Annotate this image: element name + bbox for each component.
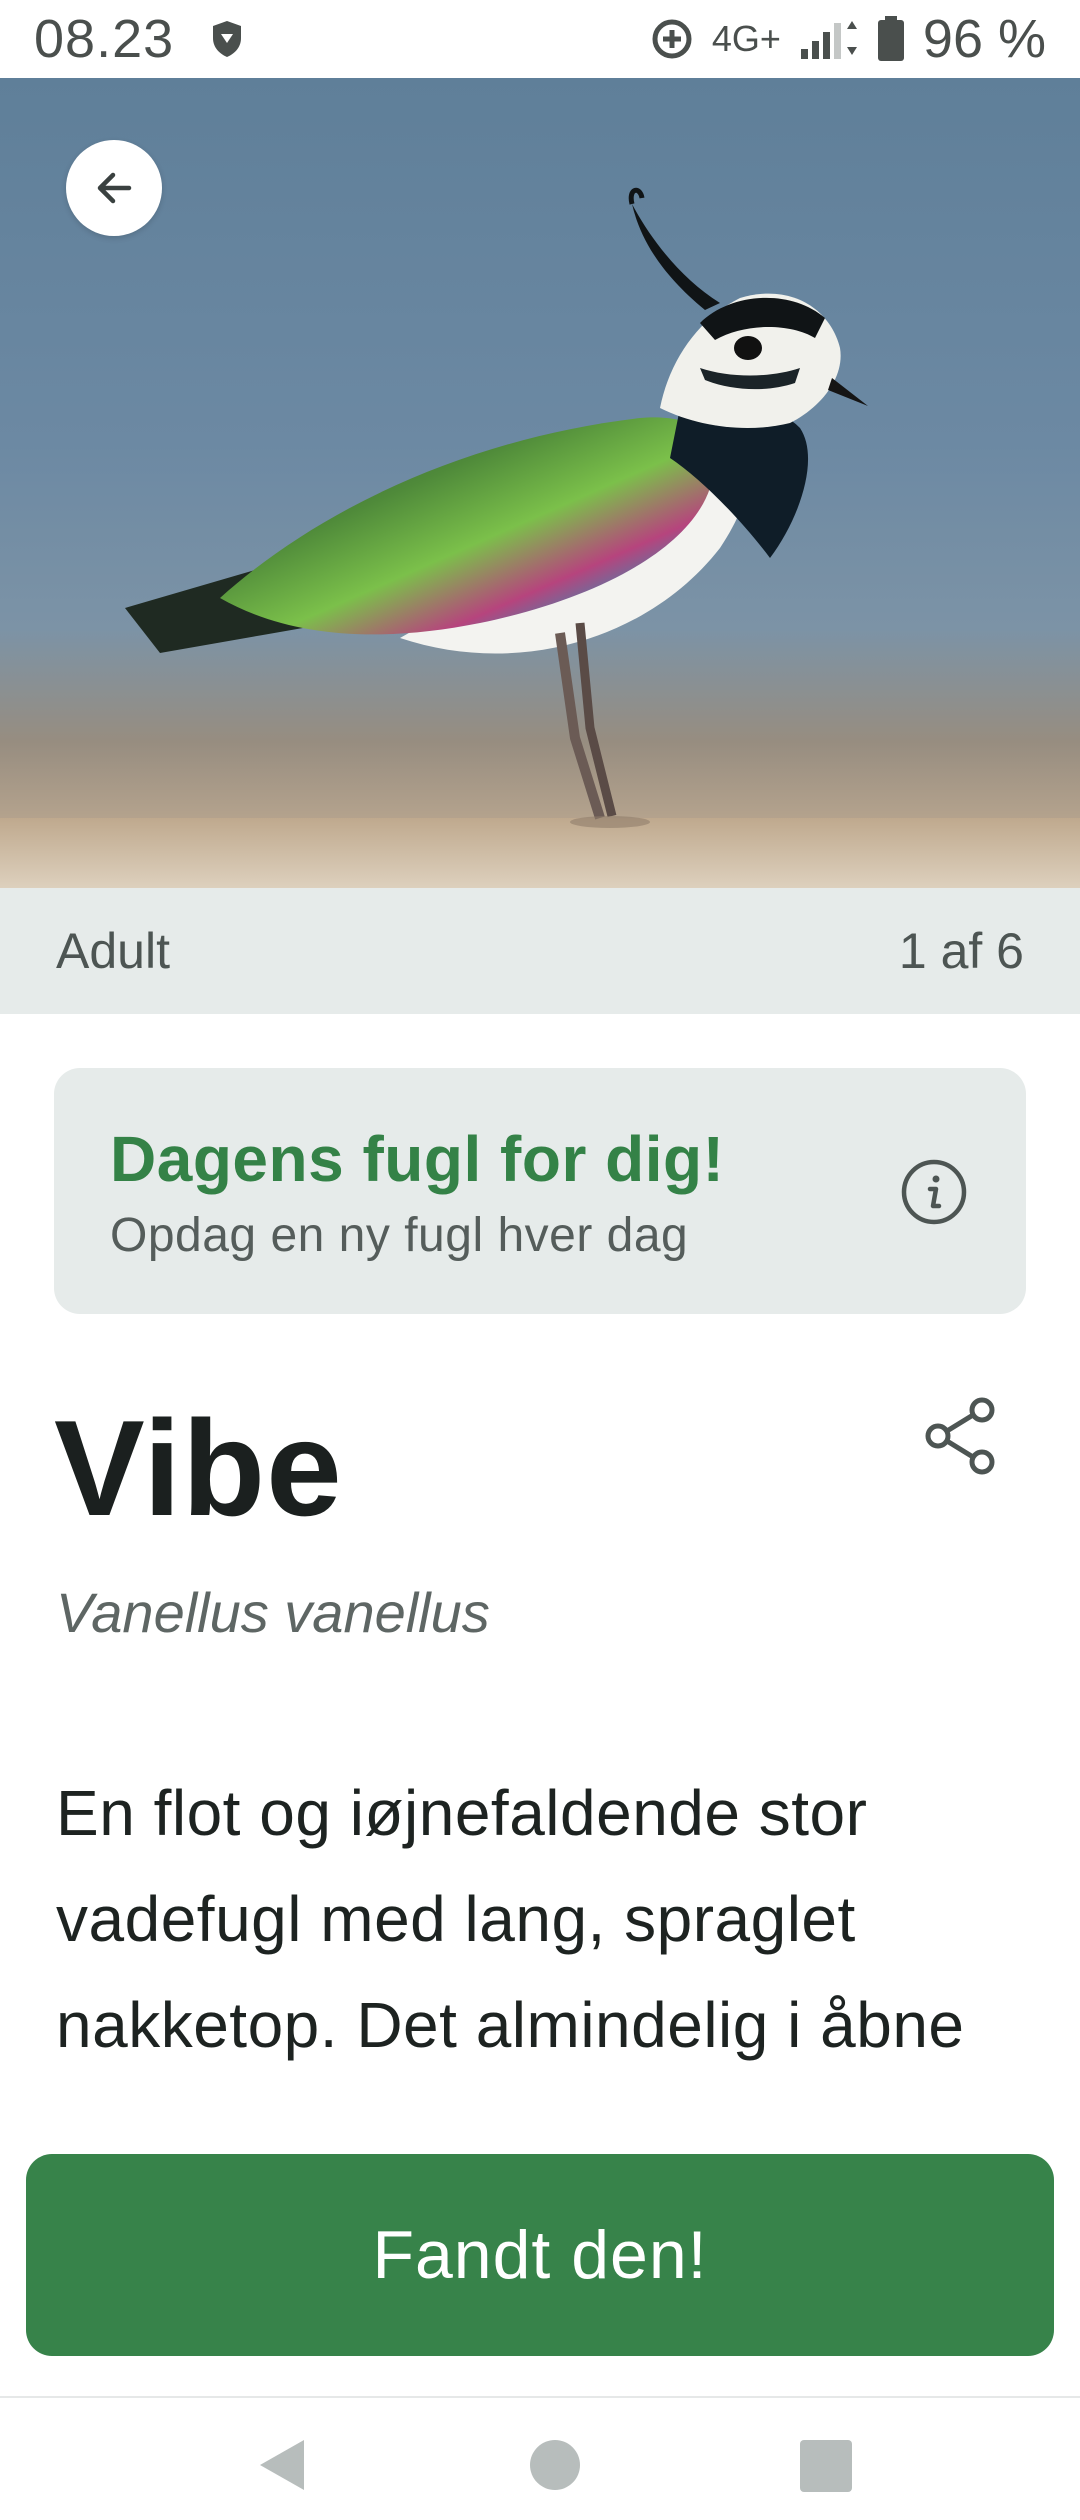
data-saver-icon bbox=[652, 19, 692, 59]
nav-back-icon[interactable] bbox=[254, 2436, 310, 2494]
status-right-group: 4G+ 96 % bbox=[650, 8, 1046, 70]
signal-icon bbox=[800, 21, 857, 59]
network-type: 4G+ bbox=[711, 18, 781, 59]
battery-percent: 96 % bbox=[922, 9, 1046, 69]
daily-bird-title: Dagens fugl for dig! bbox=[110, 1123, 725, 1195]
shield-icon bbox=[213, 21, 242, 57]
system-nav-bar bbox=[0, 2396, 1080, 2520]
nav-home-icon[interactable] bbox=[530, 2440, 580, 2490]
battery-icon bbox=[877, 16, 904, 61]
arrow-left-icon bbox=[97, 172, 132, 204]
status-time: 08.23 bbox=[34, 9, 175, 69]
nav-recents-icon[interactable] bbox=[800, 2440, 852, 2492]
found-it-button[interactable]: Fandt den! bbox=[26, 2154, 1054, 2356]
share-icon[interactable] bbox=[922, 1396, 998, 1476]
daily-bird-subtitle: Opdag en ny fugl hver dag bbox=[110, 1209, 689, 1262]
daily-bird-card[interactable]: Dagens fugl for dig! Opdag en ny fugl hv… bbox=[54, 1068, 1026, 1314]
back-button[interactable] bbox=[66, 140, 162, 236]
bird-description: En flot og iøjnefaldende stor vadefugl m… bbox=[56, 1777, 965, 2061]
bottom-action-area: Fandt den! bbox=[0, 2110, 1080, 2400]
app-screen: 08.23 4G+ 96 % Adult 1 af 6 Dagens fugl … bbox=[0, 0, 1080, 2520]
photo-caption-bar: Adult 1 af 6 bbox=[0, 888, 1080, 1014]
info-icon[interactable] bbox=[900, 1158, 968, 1226]
photo-counter: 1 af 6 bbox=[898, 923, 1024, 979]
latin-name: Vanellus vanellus bbox=[56, 1581, 490, 1644]
photo-caption-label: Adult bbox=[56, 923, 170, 979]
bird-name: Vibe bbox=[54, 1392, 343, 1544]
status-bar: 08.23 4G+ 96 % bbox=[0, 0, 1080, 78]
description-scroll[interactable]: En flot og iøjnefaldende stor vadefugl m… bbox=[56, 1760, 976, 2110]
bird-photo[interactable] bbox=[0, 78, 1080, 888]
lapwing-illustration bbox=[0, 187, 1080, 888]
